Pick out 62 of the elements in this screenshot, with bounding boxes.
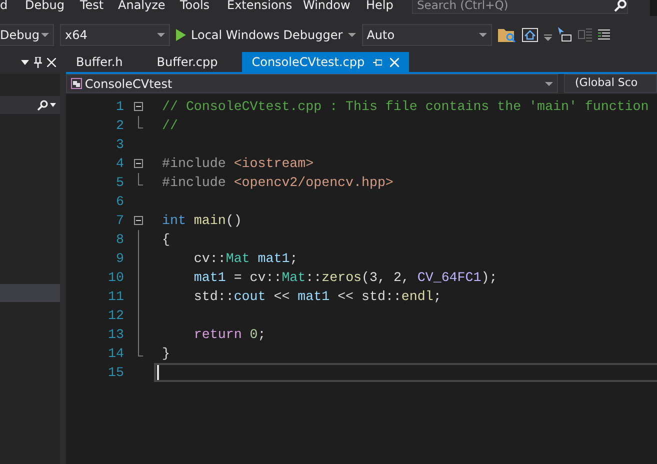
panel-search-field[interactable] xyxy=(0,96,60,114)
home-icon[interactable] xyxy=(522,28,538,42)
code-line: cv::Mat mat1; xyxy=(192,250,298,268)
scope-dropdown[interactable]: (Global Sco xyxy=(564,74,657,93)
line-number: 6 xyxy=(115,192,124,211)
project-dropdown[interactable]: ConsoleCVtest xyxy=(66,74,558,93)
menu-item[interactable]: Test xyxy=(80,0,104,12)
line-number: 3 xyxy=(115,136,124,154)
text-cursor xyxy=(157,365,159,380)
file-tab[interactable]: Buffer.h xyxy=(66,52,133,72)
line-number: 2 xyxy=(115,116,124,135)
play-icon[interactable] xyxy=(176,29,186,41)
code-line: #include <opencv2/opencv.hpp> xyxy=(162,174,394,192)
menu-item[interactable]: Extensions xyxy=(227,0,292,12)
line-number: 14 xyxy=(107,344,124,363)
menu-item[interactable]: Help xyxy=(366,0,394,12)
code-line: { xyxy=(162,230,170,249)
platform-dropdown[interactable]: x64 xyxy=(60,24,170,46)
line-number: 8 xyxy=(115,230,124,249)
configuration-dropdown[interactable]: Debug xyxy=(0,24,54,46)
line-number: 1 xyxy=(115,98,124,116)
menu-item[interactable]: Tools xyxy=(180,0,210,12)
line-number: 13 xyxy=(107,326,124,344)
line-number: 7 xyxy=(115,212,124,230)
folder-search-icon[interactable] xyxy=(498,27,516,43)
menu-item[interactable]: Window xyxy=(303,0,350,12)
run-button[interactable]: Local Windows Debugger xyxy=(191,26,343,44)
search-icon[interactable] xyxy=(37,100,48,110)
copy-list-icon xyxy=(578,28,592,42)
menu-item[interactable]: Debug xyxy=(25,0,64,12)
line-number: 9 xyxy=(115,250,124,268)
code-line: std::cout << mat1 << std::endl; xyxy=(192,288,442,306)
code-line: // ConsoleCVtest.cpp : This file contains the 'main' function xyxy=(162,98,649,116)
file-tab[interactable]: Buffer.cpp xyxy=(146,52,228,72)
search-field[interactable]: Search (Ctrl+Q) xyxy=(412,0,628,14)
menu-item[interactable]: Analyze xyxy=(118,0,166,12)
code-line: mat1 = cv::Mat::zeros(3, 2, CV_64FC1); xyxy=(192,268,498,287)
code-line: #include <iostream> xyxy=(162,154,314,173)
line-number: 11 xyxy=(107,288,124,306)
line-number: 4 xyxy=(115,154,124,173)
pointer-list-icon[interactable] xyxy=(558,27,572,43)
caret-icon[interactable] xyxy=(50,103,56,107)
caret-icon[interactable] xyxy=(348,33,356,37)
dropdown-icon[interactable] xyxy=(21,60,29,64)
line-number: 15 xyxy=(107,364,124,382)
code-line: int main() xyxy=(162,212,242,230)
collapse-icon[interactable] xyxy=(134,159,143,168)
collapse-icon[interactable] xyxy=(134,102,143,111)
project-icon xyxy=(71,78,82,89)
mode-dropdown[interactable]: Auto xyxy=(362,24,492,46)
code-line: } xyxy=(162,344,170,363)
code-line: return 0; xyxy=(192,326,266,344)
pin-icon[interactable] xyxy=(34,56,42,68)
line-number: 10 xyxy=(107,268,124,287)
collapse-icon[interactable] xyxy=(134,216,143,225)
menu-item[interactable]: d xyxy=(0,0,8,12)
line-number: 5 xyxy=(115,174,124,192)
close-icon[interactable] xyxy=(47,58,56,66)
indent-icon[interactable] xyxy=(598,29,610,41)
search-icon xyxy=(614,0,628,12)
code-line: // xyxy=(162,116,178,135)
line-number: 12 xyxy=(107,306,124,325)
